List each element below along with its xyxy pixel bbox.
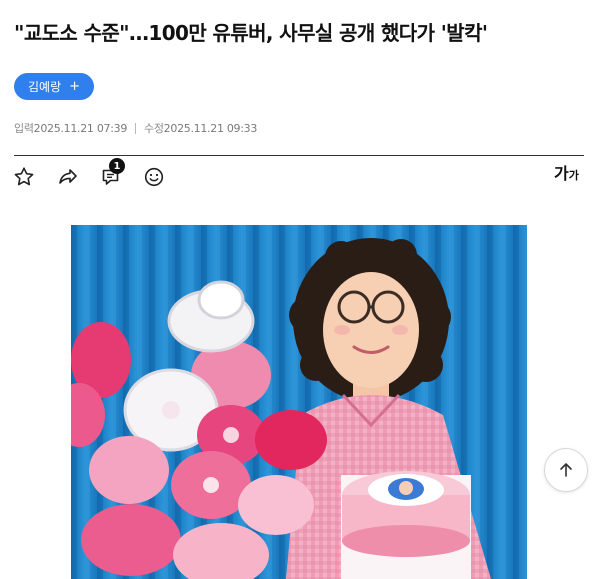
font-size-button[interactable]: 가 가	[554, 164, 579, 184]
article-dates: 입력 2025.11.21 07:39 수정 2025.11.21 09:33	[14, 120, 257, 136]
published-label: 입력	[14, 122, 34, 135]
star-outline-icon	[14, 167, 34, 186]
font-size-large-glyph: 가	[554, 164, 569, 183]
modified-date: 2025.11.21 09:33	[163, 121, 258, 135]
meta-divider	[135, 122, 137, 134]
smiley-icon	[144, 167, 164, 187]
share-arrow-icon	[59, 169, 77, 184]
comment-count-badge: 1	[109, 158, 125, 174]
share-button[interactable]	[56, 165, 80, 189]
header-divider	[14, 155, 584, 156]
published-date: 2025.11.21 07:39	[33, 121, 128, 135]
plus-icon: +	[69, 79, 81, 94]
arrow-up-icon	[560, 463, 572, 477]
reaction-button[interactable]	[142, 165, 166, 189]
article-headline: "교도소 수준"…100만 유튜버, 사무실 공개 했다가 '발칵'	[14, 21, 488, 45]
reporter-name: 김예랑	[28, 80, 62, 94]
modified-label: 수정	[144, 122, 164, 135]
bookmark-button[interactable]	[12, 165, 36, 189]
article-photo-illustration	[71, 225, 527, 579]
font-size-small-glyph: 가	[568, 169, 579, 182]
reporter-follow-button[interactable]: 김예랑 +	[14, 73, 95, 100]
article-photo	[71, 225, 527, 579]
scroll-to-top-button[interactable]	[544, 448, 588, 492]
